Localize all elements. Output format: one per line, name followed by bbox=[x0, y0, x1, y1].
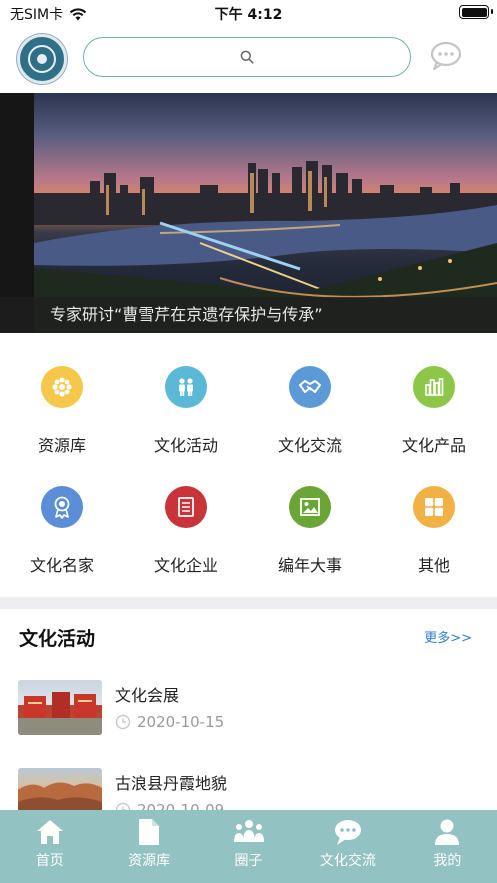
tab-mine[interactable]: 我的 bbox=[398, 810, 497, 883]
home-icon bbox=[36, 820, 63, 844]
flower-icon bbox=[41, 366, 83, 408]
category-label: 文化活动 bbox=[153, 436, 218, 455]
chat-bubble-icon[interactable] bbox=[428, 40, 464, 72]
category-label: 文化产品 bbox=[401, 436, 466, 455]
museum-logo[interactable] bbox=[17, 34, 67, 84]
more-link[interactable]: 更多>> bbox=[424, 627, 472, 646]
header bbox=[0, 30, 497, 88]
tab-exchange[interactable]: 文化交流 bbox=[298, 810, 397, 883]
banner-carousel[interactable]: 专家研讨“曹雪芹在京遗存保护与传承” bbox=[0, 93, 497, 333]
category-masters[interactable]: 文化名家 bbox=[0, 470, 124, 580]
category-label: 文化企业 bbox=[153, 556, 218, 575]
category-other[interactable]: 其他 bbox=[372, 470, 496, 580]
news-title: 文化会展 bbox=[115, 686, 180, 705]
tab-label: 圈子 bbox=[234, 853, 263, 869]
tab-home[interactable]: 首页 bbox=[0, 810, 99, 883]
picture-icon bbox=[289, 486, 331, 528]
category-label: 编年大事 bbox=[277, 556, 342, 575]
category-chronicle[interactable]: 编年大事 bbox=[248, 470, 372, 580]
banner-caption[interactable]: 专家研讨“曹雪芹在京遗存保护与传承” bbox=[50, 301, 323, 325]
section-title: 文化活动 bbox=[19, 628, 96, 650]
file-icon bbox=[139, 819, 160, 845]
list-item[interactable]: 文化会展 2020-10-15 bbox=[0, 670, 497, 760]
chart-bars-icon bbox=[413, 366, 455, 408]
tab-bar: 首页 资源库 圈子 文化交流 我的 bbox=[0, 810, 497, 883]
news-thumbnail bbox=[18, 680, 102, 735]
battery-icon bbox=[459, 5, 489, 19]
tab-label: 资源库 bbox=[128, 853, 171, 869]
handshake-icon bbox=[289, 366, 331, 408]
search-input[interactable] bbox=[83, 37, 411, 77]
category-resources[interactable]: 资源库 bbox=[0, 350, 124, 460]
search-icon bbox=[240, 50, 254, 64]
group-icon bbox=[233, 820, 264, 842]
clock-icon bbox=[115, 714, 131, 730]
section-divider bbox=[0, 597, 497, 609]
user-icon bbox=[435, 819, 460, 845]
tab-label: 文化交流 bbox=[319, 853, 376, 869]
status-bar: 无SIM卡 下午 4:12 bbox=[0, 0, 497, 26]
tab-circle[interactable]: 圈子 bbox=[199, 810, 298, 883]
category-products[interactable]: 文化产品 bbox=[372, 350, 496, 460]
tab-resources[interactable]: 资源库 bbox=[99, 810, 198, 883]
status-time: 下午 4:12 bbox=[214, 7, 283, 23]
category-activities[interactable]: 文化活动 bbox=[124, 350, 248, 460]
category-enterprises[interactable]: 文化企业 bbox=[124, 470, 248, 580]
people-icon bbox=[165, 366, 207, 408]
tab-label: 我的 bbox=[433, 853, 462, 869]
category-label: 其他 bbox=[417, 556, 450, 575]
category-grid: 资源库 文化活动 文化交流 文化产品 文化名家 文化企业 编年大事 其他 bbox=[0, 350, 497, 590]
document-icon bbox=[165, 486, 207, 528]
news-title: 古浪县丹霞地貌 bbox=[115, 774, 228, 793]
tab-label: 首页 bbox=[35, 853, 64, 869]
badge-icon bbox=[41, 486, 83, 528]
category-label: 文化名家 bbox=[29, 556, 94, 575]
chat-bubble-icon bbox=[334, 820, 361, 845]
category-label: 资源库 bbox=[37, 436, 86, 455]
news-date: 2020-10-15 bbox=[137, 713, 225, 731]
category-label: 文化交流 bbox=[277, 436, 342, 455]
category-exchange[interactable]: 文化交流 bbox=[248, 350, 372, 460]
grid-icon bbox=[413, 486, 455, 528]
